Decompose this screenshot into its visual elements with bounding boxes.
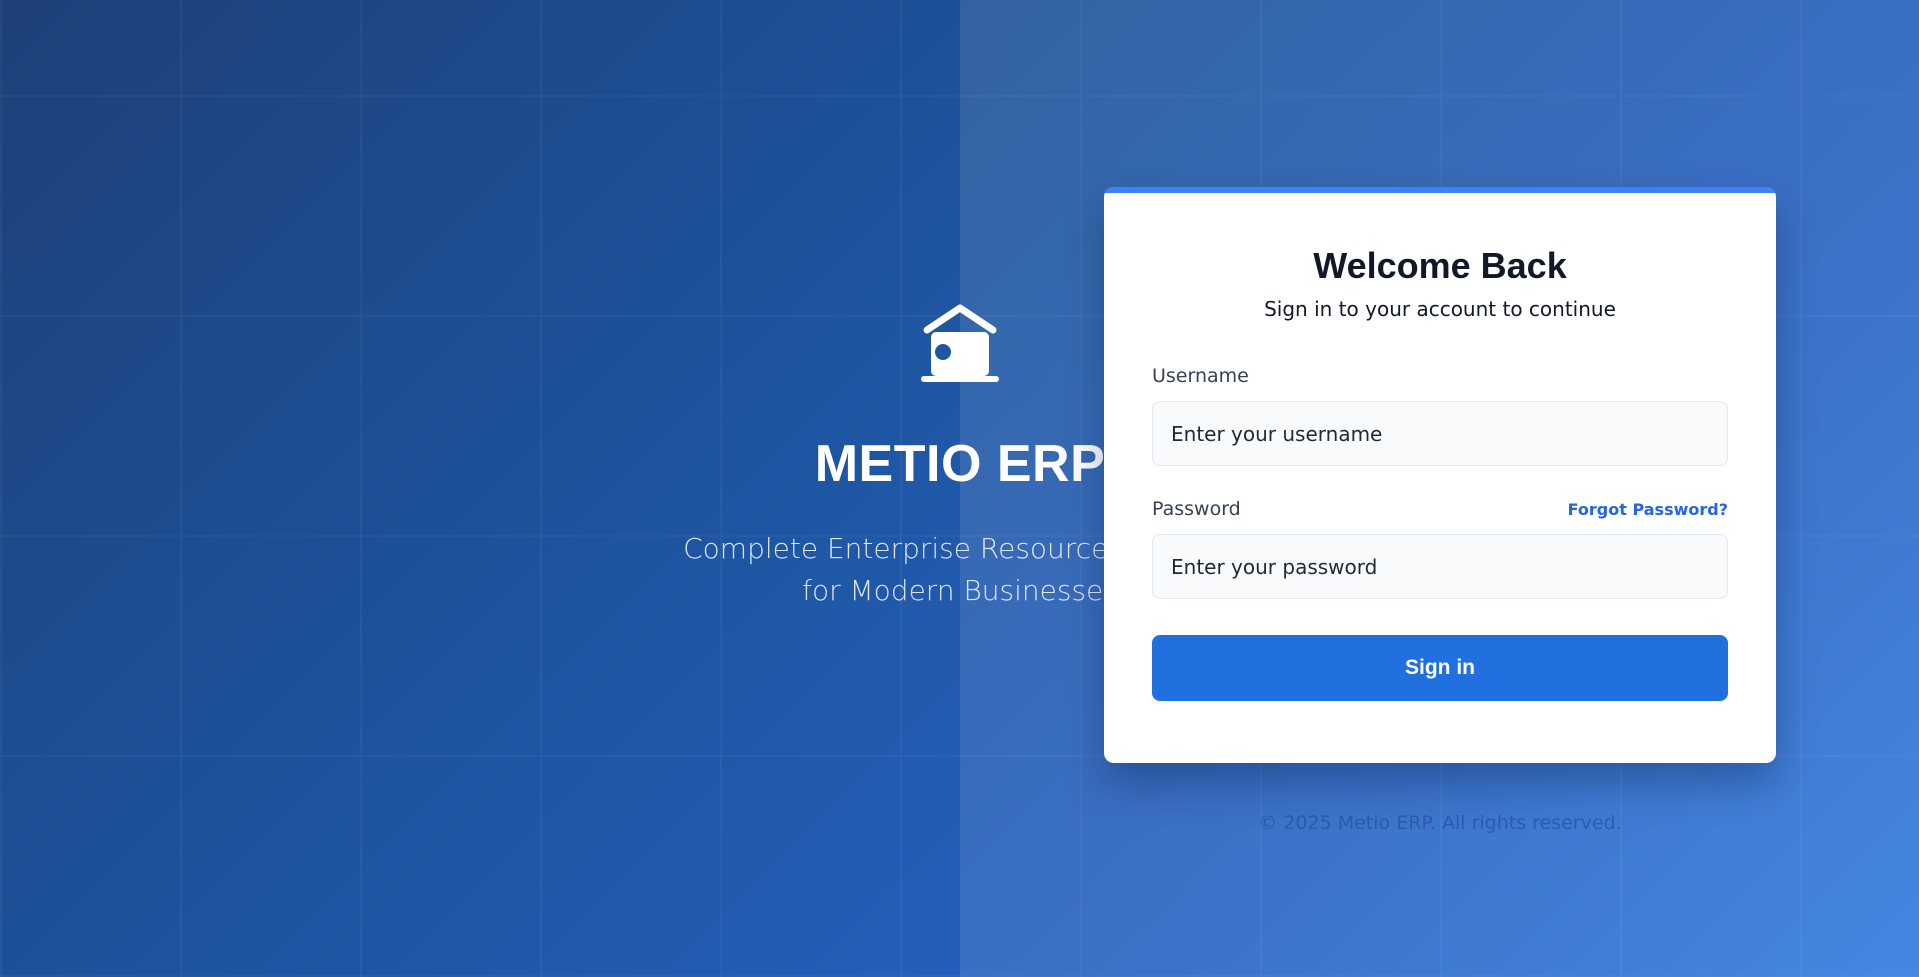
login-title: Welcome Back — [1313, 245, 1567, 286]
password-label-row: Password Forgot Password? — [1152, 498, 1728, 520]
copyright-footer: © 2025 Metio ERP. All rights reserved. — [1258, 812, 1622, 834]
username-label: Username — [1152, 365, 1249, 387]
login-card: Welcome Back Sign in to your account to … — [1104, 187, 1776, 763]
warehouse-icon — [921, 304, 999, 382]
username-input[interactable] — [1152, 401, 1728, 466]
password-label: Password — [1152, 498, 1241, 520]
forgot-password-link[interactable]: Forgot Password? — [1568, 500, 1728, 519]
username-field-group: Username — [1152, 365, 1728, 466]
username-label-row: Username — [1152, 365, 1728, 387]
login-form: Welcome Back Sign in to your account to … — [1104, 193, 1776, 701]
password-input[interactable] — [1152, 534, 1728, 599]
password-field-group: Password Forgot Password? — [1152, 498, 1728, 599]
login-subtitle: Sign in to your account to continue — [1264, 297, 1616, 321]
sign-in-button[interactable]: Sign in — [1152, 635, 1728, 701]
login-page: METIO ERP Complete Enterprise Resource P… — [0, 0, 1919, 977]
